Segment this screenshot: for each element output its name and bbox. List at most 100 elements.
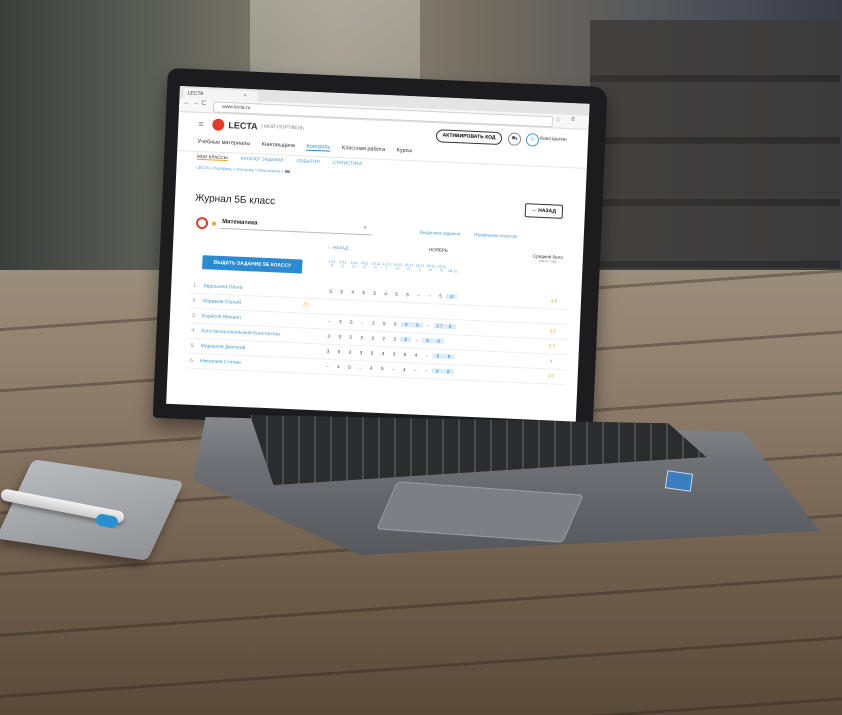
date-cell[interactable]: 22.11 С bbox=[436, 264, 447, 272]
mark-cell[interactable]: – bbox=[411, 337, 422, 343]
date-cell[interactable]: 12.11 Г bbox=[381, 262, 392, 270]
mark-cell[interactable]: 5 bbox=[344, 364, 355, 370]
mark-cell[interactable]: 3 bbox=[368, 320, 379, 326]
mark-cell[interactable]: 2 bbox=[378, 336, 389, 341]
assign-task-button[interactable]: ВЫДАТЬ ЗАДАНИЕ 5Б КЛАССУ bbox=[202, 255, 303, 274]
date-cell[interactable]: 18.11 И bbox=[425, 264, 436, 272]
lecta-logo-icon[interactable] bbox=[212, 118, 225, 131]
mark-cell[interactable]: 4 bbox=[410, 352, 421, 357]
nav-item-control[interactable]: Контроль bbox=[306, 143, 331, 152]
mark-cell[interactable]: 3 bbox=[322, 348, 333, 354]
mark-cell[interactable]: 3 bbox=[344, 349, 355, 355]
nav-item-books[interactable]: Книговыдача bbox=[262, 142, 295, 149]
mark-cell[interactable]: 8 bbox=[445, 293, 458, 300]
back-arrow-icon[interactable]: ← bbox=[183, 99, 190, 106]
activate-code-button[interactable]: АКТИВИРОВАТЬ КОД bbox=[435, 129, 503, 146]
student-name-link[interactable]: Маркелов Дмитрий bbox=[201, 343, 246, 351]
mark-cell[interactable]: 5 bbox=[346, 319, 357, 325]
date-cell[interactable]: 10.11 С bbox=[370, 261, 381, 270]
avatar[interactable]: ☺ bbox=[525, 133, 540, 147]
user-name[interactable]: Константин bbox=[540, 136, 567, 143]
tab-statistics[interactable]: СТАТИСТИКА bbox=[333, 160, 362, 166]
site-logo[interactable]: LECTA bbox=[228, 120, 258, 131]
date-cell[interactable]: 18.11 Г bbox=[414, 263, 425, 271]
mark-cell[interactable]: 8 bbox=[433, 338, 445, 344]
mark-cell[interactable]: 3 bbox=[388, 351, 399, 357]
mark-cell[interactable]: 3 bbox=[389, 336, 400, 342]
mark-cell[interactable]: 5 bbox=[377, 366, 388, 371]
mark-cell[interactable]: 5 bbox=[325, 289, 336, 294]
student-name-link[interactable]: Абрамов Сергей bbox=[203, 298, 242, 306]
mark-cell[interactable]: 5 bbox=[390, 321, 401, 327]
mark-cell[interactable]: 5 bbox=[391, 291, 402, 297]
date-cell[interactable]: 4.11 С bbox=[337, 260, 348, 268]
mark-cell[interactable]: 8 bbox=[442, 368, 454, 375]
mark-cell[interactable]: 3 bbox=[355, 350, 366, 355]
tab-task-catalog[interactable]: КАТАЛОГ ЗАДАНИЙ bbox=[241, 156, 284, 163]
mark-cell[interactable]: 8 bbox=[444, 323, 456, 330]
mark-cell[interactable]: 5 bbox=[358, 290, 369, 295]
tab-my-classes[interactable]: МОИ КЛАССЫ bbox=[196, 153, 228, 162]
mark-cell[interactable]: 5 bbox=[366, 350, 377, 356]
student-name-link[interactable]: Константинопольский Константин bbox=[201, 328, 280, 337]
mark-cell[interactable]: – bbox=[421, 368, 432, 373]
manage-class-link[interactable]: Управление классом bbox=[473, 232, 517, 239]
mark-cell[interactable]: 4 bbox=[380, 291, 391, 296]
cart-icon[interactable]: ⛟ bbox=[507, 132, 522, 146]
mark-cell[interactable]: 3 bbox=[356, 335, 367, 340]
mark-cell[interactable]: 3 bbox=[335, 319, 346, 324]
mark-cell[interactable]: 3 bbox=[367, 335, 378, 341]
mark-cell[interactable]: 5 bbox=[402, 292, 413, 297]
mark-cell[interactable]: 4 bbox=[347, 289, 358, 295]
student-name-link[interactable]: Николаев Степан bbox=[200, 358, 241, 366]
mark-cell[interactable]: 5 bbox=[399, 352, 410, 357]
back-button[interactable]: ← НАЗАД bbox=[524, 203, 564, 219]
student-name-link[interactable]: Борисов Михаил bbox=[202, 313, 241, 321]
mark-cell[interactable]: 3 bbox=[323, 333, 334, 339]
forward-arrow-icon[interactable]: → bbox=[192, 100, 199, 107]
date-cell[interactable]: 16.11 С bbox=[403, 263, 414, 271]
mark-cell[interactable]: 5 bbox=[333, 349, 344, 354]
mark-cell[interactable]: – bbox=[388, 366, 399, 372]
mark-cell[interactable]: 2 bbox=[345, 334, 356, 340]
date-cell[interactable]: 2.11 П bbox=[326, 260, 337, 268]
mark-cell[interactable]: – bbox=[355, 365, 366, 370]
tab-events[interactable]: СОБЫТИЯ bbox=[297, 158, 320, 164]
given-tasks-link[interactable]: Выданные задания bbox=[420, 230, 461, 237]
mark-cell[interactable]: 8 bbox=[411, 322, 423, 328]
breadcrumb-path[interactable]: LECTA » Портфель » Контроль » Мои классы… bbox=[196, 165, 285, 174]
student-name-link[interactable]: Авдошина Ольга bbox=[203, 283, 242, 291]
date-cell[interactable]: 14.11 И bbox=[392, 262, 403, 270]
mark-cell[interactable]: 3 bbox=[334, 334, 345, 339]
mark-cell[interactable]: – bbox=[410, 367, 421, 372]
mark-cell[interactable]: 4 bbox=[333, 364, 344, 369]
mark-cell[interactable]: 8 bbox=[400, 321, 412, 328]
date-cell[interactable]: 8.11 С bbox=[359, 261, 370, 269]
mark-cell[interactable]: – bbox=[423, 323, 434, 328]
mark-cell[interactable]: 5 bbox=[336, 289, 347, 294]
mark-cell[interactable]: – bbox=[413, 292, 424, 298]
date-cell[interactable]: 28.11 bbox=[447, 269, 458, 273]
mark-cell[interactable]: – bbox=[421, 353, 432, 358]
hamburger-menu-icon[interactable]: ≡ bbox=[198, 119, 204, 129]
nav-item-classwork[interactable]: Классная работа bbox=[342, 145, 386, 153]
nav-item-materials[interactable]: Учебные материалы bbox=[197, 139, 250, 147]
mark-cell[interactable]: 8 bbox=[443, 353, 455, 360]
mark-cell[interactable]: – bbox=[424, 293, 435, 298]
star-icon[interactable]: ☆ bbox=[555, 115, 562, 123]
mark-cell[interactable]: 3.7 bbox=[433, 323, 445, 329]
mark-cell[interactable]: 8 bbox=[400, 336, 412, 343]
mark-cell[interactable]: – bbox=[357, 320, 368, 325]
reload-icon[interactable]: C bbox=[201, 100, 206, 107]
mark-cell[interactable]: 5 bbox=[435, 293, 446, 299]
mark-cell[interactable]: 4 bbox=[366, 365, 377, 371]
mark-cell[interactable]: – bbox=[324, 319, 335, 324]
chevron-down-icon[interactable]: ▾ bbox=[364, 223, 367, 234]
mark-cell[interactable]: 4 bbox=[399, 367, 410, 372]
mark-cell[interactable]: 3 bbox=[377, 351, 388, 356]
mark-cell[interactable]: 5 bbox=[379, 321, 390, 326]
browser-menu-icon[interactable]: ≡ bbox=[571, 116, 575, 123]
mark-cell[interactable]: 8 bbox=[431, 368, 443, 374]
nav-item-courses[interactable]: Курсы bbox=[396, 148, 412, 155]
mark-cell[interactable]: 8 bbox=[422, 337, 434, 344]
